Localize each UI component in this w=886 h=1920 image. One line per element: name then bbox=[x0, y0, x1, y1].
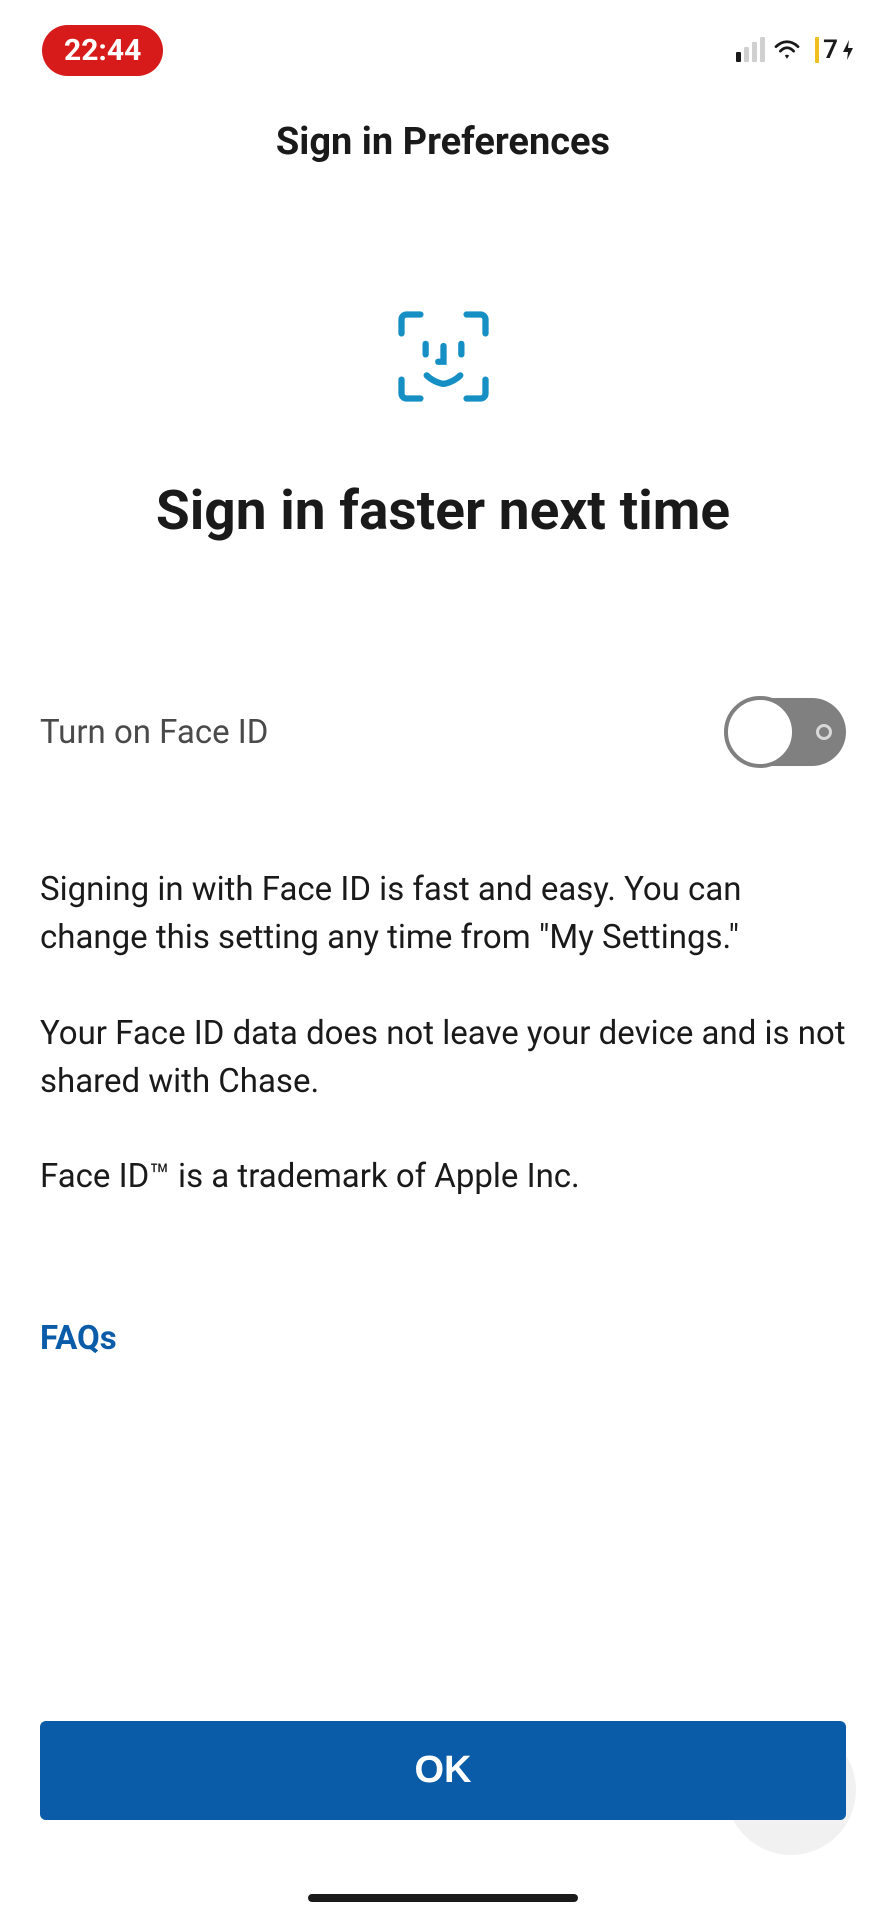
ok-button[interactable]: OK bbox=[40, 1721, 846, 1820]
page-title: Sign in Preferences bbox=[0, 120, 886, 164]
signal-icon bbox=[736, 38, 765, 62]
wifi-icon bbox=[773, 39, 801, 61]
battery-indicator: 7 bbox=[815, 35, 856, 65]
face-id-toggle[interactable] bbox=[726, 698, 846, 766]
battery-text: 7 bbox=[823, 35, 838, 65]
description-paragraph-1: Signing in with Face ID is fast and easy… bbox=[40, 866, 846, 962]
status-icons: 7 bbox=[736, 35, 856, 65]
face-id-icon bbox=[391, 304, 496, 409]
status-bar: 22:44 7 bbox=[0, 0, 886, 90]
face-id-toggle-row: Turn on Face ID bbox=[40, 698, 846, 766]
description-paragraph-3: Face ID™ is a trademark of Apple Inc. bbox=[40, 1153, 846, 1201]
face-id-toggle-label: Turn on Face ID bbox=[40, 713, 268, 752]
description-text: Signing in with Face ID is fast and easy… bbox=[40, 866, 846, 1201]
faqs-link[interactable]: FAQs bbox=[40, 1319, 117, 1358]
status-time-pill[interactable]: 22:44 bbox=[42, 25, 163, 76]
charging-icon bbox=[840, 38, 856, 62]
home-indicator[interactable] bbox=[308, 1894, 578, 1902]
main-heading: Sign in faster next time bbox=[40, 479, 846, 543]
description-paragraph-2: Your Face ID data does not leave your de… bbox=[40, 1010, 846, 1106]
